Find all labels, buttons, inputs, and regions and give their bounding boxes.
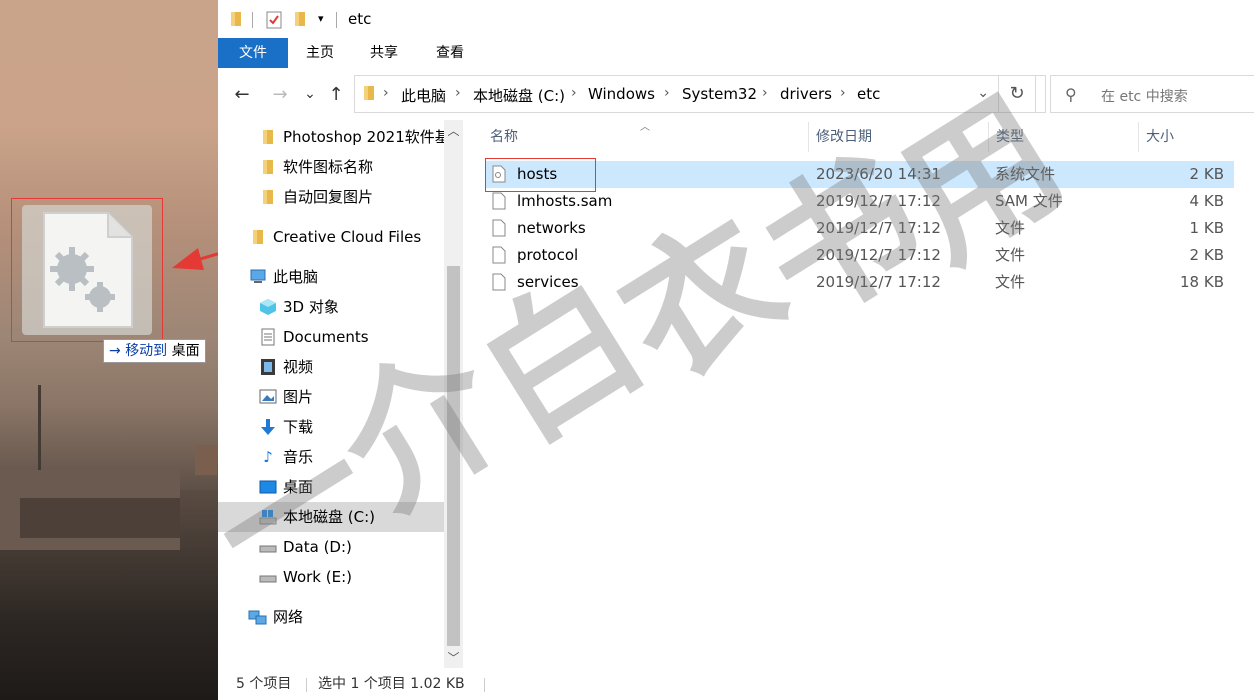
wallpaper-building-shadow [20, 498, 180, 538]
document-icon [258, 322, 278, 352]
search-box[interactable]: ⚲ 在 etc 中搜索 [1050, 75, 1254, 113]
nav-item-pictures[interactable]: 图片 [218, 382, 444, 412]
status-bar: 5 个项目 选中 1 个项目 1.02 KB [218, 668, 1254, 700]
tab-file[interactable]: 文件 [218, 38, 288, 68]
back-button[interactable]: ← [230, 84, 254, 105]
explorer-window: ▾ etc 文件 主页 共享 查看 ← → ⌄ ↑ › 此电脑 › 本地磁盘 (… [218, 0, 1254, 700]
hosts-highlight-box [485, 158, 596, 192]
drag-highlight-box [11, 198, 163, 342]
tab-home[interactable]: 主页 [290, 38, 350, 68]
network-icon [248, 602, 268, 632]
up-button[interactable]: ↑ [324, 84, 348, 105]
breadcrumb-windows[interactable]: Windows [588, 85, 655, 103]
nav-item-downloads[interactable]: 下载 [218, 412, 444, 442]
music-icon: ♪ [263, 448, 273, 466]
properties-check-icon[interactable] [266, 11, 282, 33]
scrollbar-thumb[interactable] [447, 266, 460, 646]
picture-icon [258, 382, 278, 412]
wallpaper-sign [195, 445, 217, 475]
scroll-up-icon[interactable]: ︿ [444, 122, 463, 139]
navigation-scrollbar[interactable]: ︿ ﹀ [444, 120, 463, 668]
nav-item-work-e[interactable]: Work (E:) [218, 562, 444, 592]
column-date-modified[interactable]: 修改日期 [816, 120, 872, 154]
file-icon [492, 192, 506, 210]
breadcrumb-drivers[interactable]: drivers [780, 85, 832, 103]
nav-item-local-disk-c[interactable]: 本地磁盘 (C:) [218, 502, 444, 532]
file-icon [492, 219, 506, 237]
forward-button[interactable]: → [268, 84, 292, 105]
refresh-button[interactable]: ↻ [998, 75, 1036, 113]
sort-ascending-icon: ︿ [640, 122, 650, 133]
file-row-lmhosts[interactable]: lmhosts.sam 2019/12/7 17:12 SAM 文件 4 KB [486, 188, 1234, 215]
file-row-networks[interactable]: networks 2019/12/7 17:12 文件 1 KB [486, 215, 1234, 242]
file-row-protocol[interactable]: protocol 2019/12/7 17:12 文件 2 KB [486, 242, 1234, 269]
tab-view[interactable]: 查看 [420, 38, 480, 68]
address-history-dropdown-icon[interactable]: ⌄ [977, 85, 989, 101]
breadcrumb-system32[interactable]: System32 [682, 85, 757, 103]
folder-icon [258, 122, 278, 152]
nav-item-3d-objects[interactable]: 3D 对象 [218, 292, 444, 322]
file-icon [492, 273, 506, 291]
nav-item-creative-cloud[interactable]: Creative Cloud Files [218, 222, 444, 252]
cube-icon [258, 292, 278, 322]
column-name[interactable]: 名称 [490, 120, 518, 154]
breadcrumb-this-pc[interactable]: 此电脑 [401, 85, 446, 106]
new-folder-icon[interactable] [294, 11, 306, 31]
address-toolbar: ← → ⌄ ↑ › 此电脑 › 本地磁盘 (C:) › Windows › Sy… [218, 68, 1254, 120]
drive-icon [258, 532, 278, 562]
move-action-label: 移动到 [125, 343, 168, 359]
search-placeholder: 在 etc 中搜索 [1101, 89, 1188, 105]
download-icon [258, 412, 278, 442]
nav-item-auto-reply-folder[interactable]: 自动回复图片 [218, 182, 444, 212]
nav-item-photoshop-folder[interactable]: Photoshop 2021软件基 [218, 122, 444, 152]
nav-item-this-pc[interactable]: 此电脑 [218, 262, 444, 292]
nav-item-software-icons-folder[interactable]: 软件图标名称 [218, 152, 444, 182]
nav-item-music[interactable]: ♪ 音乐 [218, 442, 444, 472]
move-arrow-icon: → [109, 343, 121, 359]
status-item-count: 5 个项目 [236, 676, 292, 692]
folder-icon [248, 222, 268, 252]
ribbon: 文件 主页 共享 查看 [218, 38, 1254, 69]
title-bar: ▾ etc [218, 0, 1254, 38]
quick-access-dropdown-icon[interactable]: ▾ [318, 12, 324, 25]
folder-icon [230, 11, 242, 31]
folder-icon [258, 182, 278, 212]
move-target-label: 桌面 [171, 343, 200, 359]
address-bar[interactable]: › 此电脑 › 本地磁盘 (C:) › Windows › System32 ›… [354, 75, 1046, 113]
drive-icon [258, 562, 278, 592]
navigation-pane: Photoshop 2021软件基 软件图标名称 自动回复图片 Creative… [218, 120, 463, 668]
computer-icon [248, 262, 268, 292]
nav-item-videos[interactable]: 视频 [218, 352, 444, 382]
tab-share[interactable]: 共享 [354, 38, 414, 68]
nav-item-network[interactable]: 网络 [218, 602, 444, 632]
search-icon: ⚲ [1065, 85, 1077, 104]
window-title: etc [348, 10, 372, 28]
folder-icon [258, 152, 278, 182]
column-size[interactable]: 大小 [1146, 120, 1174, 154]
nav-item-desktop[interactable]: 桌面 [218, 472, 444, 502]
file-icon [492, 246, 506, 264]
column-type[interactable]: 类型 [996, 120, 1024, 154]
recent-locations-button[interactable]: ⌄ [298, 86, 322, 102]
nav-item-documents[interactable]: Documents [218, 322, 444, 352]
video-icon [258, 352, 278, 382]
desktop-icon [258, 472, 278, 502]
address-folder-icon [363, 85, 375, 105]
nav-item-data-d[interactable]: Data (D:) [218, 532, 444, 562]
breadcrumb-local-disk-c[interactable]: 本地磁盘 (C:) [473, 85, 565, 106]
file-list: ︿ 名称 修改日期 类型 大小 hosts 2023/6/20 14:31 系统… [480, 120, 1254, 668]
scroll-down-icon[interactable]: ﹀ [444, 649, 463, 666]
file-row-services[interactable]: services 2019/12/7 17:12 文件 18 KB [486, 269, 1234, 296]
status-selection: 选中 1 个项目 1.02 KB [318, 676, 465, 692]
move-to-desktop-tooltip: → 移动到 桌面 [103, 339, 206, 363]
file-row-hosts[interactable]: hosts 2023/6/20 14:31 系统文件 2 KB [486, 161, 1234, 188]
breadcrumb-etc[interactable]: etc [857, 85, 880, 103]
drive-c-icon [258, 502, 278, 532]
